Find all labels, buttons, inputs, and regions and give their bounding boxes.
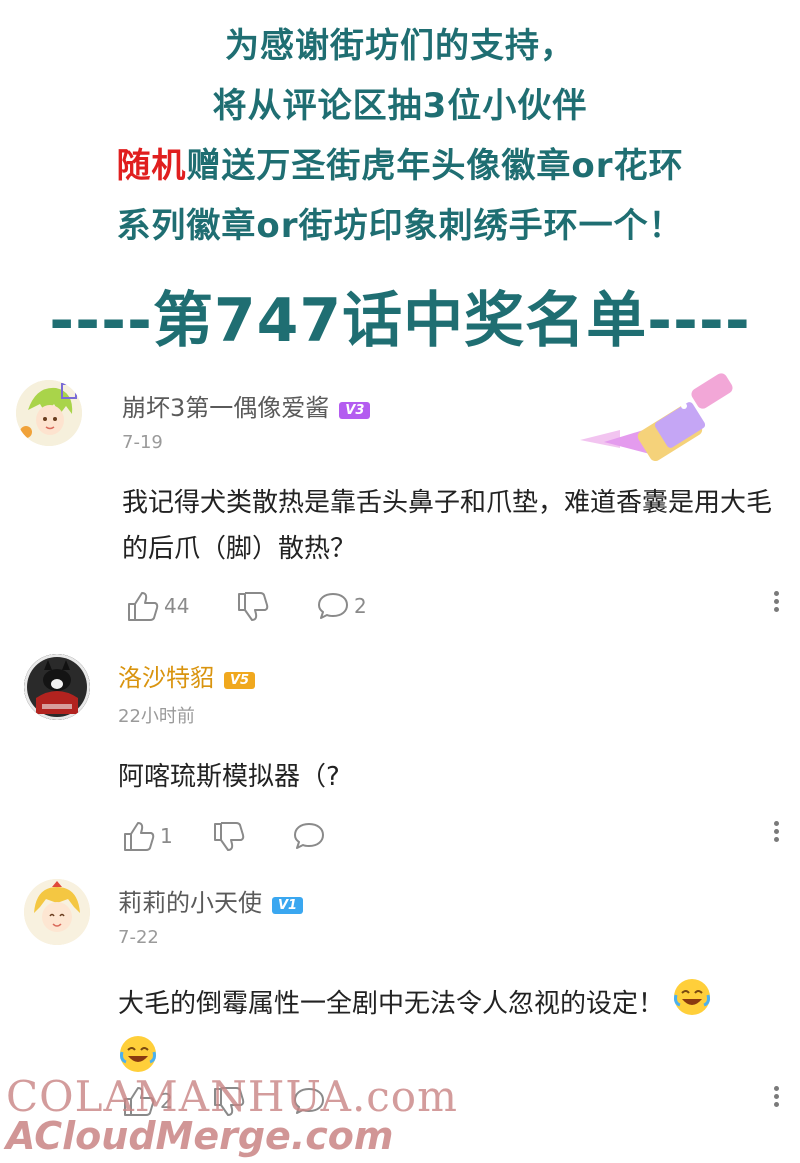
thumbs-up-icon — [124, 822, 155, 851]
reply-button[interactable]: 2 — [316, 590, 367, 622]
comment-text-content: 大毛的倒霉属性一全剧中无法令人忽视的设定！ — [118, 989, 665, 1019]
more-options-icon[interactable] — [774, 588, 780, 615]
comment-date: 22小时前 — [118, 706, 195, 727]
level-badge: V5 — [224, 672, 256, 689]
speech-bubble-icon — [318, 593, 348, 619]
banner-line-3-text: 赠送万圣街虎年头像徽章or花环 — [186, 146, 684, 186]
avatar[interactable] — [16, 380, 82, 446]
username[interactable]: 莉莉的小天使 V1 — [118, 883, 304, 918]
comment-text: 阿喀琉斯模拟器（? — [118, 762, 340, 792]
more-options-icon[interactable] — [774, 818, 780, 845]
banner-line-1: 为感谢街坊们的支持， — [225, 26, 575, 66]
username[interactable]: 崩坏3第一偶像爱酱 V3 — [122, 388, 371, 423]
username-text: 洛沙特貂 — [118, 664, 214, 692]
level-badge: V3 — [339, 402, 371, 419]
comment-actions: 1 — [122, 820, 800, 854]
comment-date: 7-19 — [122, 432, 163, 453]
more-options-icon[interactable] — [774, 1083, 780, 1110]
banner-highlight: 随机 — [116, 146, 187, 186]
like-button[interactable]: 44 — [126, 590, 189, 622]
username-text: 崩坏3第一偶像爱酱 — [122, 394, 330, 422]
thumbs-down-icon — [214, 822, 245, 851]
reply-button[interactable] — [292, 820, 330, 852]
dislike-button[interactable] — [212, 820, 246, 852]
banner-line-3: 随机赠送万圣街虎年头像徽章or花环 — [0, 138, 800, 187]
banner-line-4: 系列徽章or街坊印象刺绣手环一个！ — [116, 206, 684, 246]
like-count: 44 — [164, 594, 190, 618]
laughing-crying-emoji-icon — [672, 977, 712, 1032]
avatar[interactable] — [24, 654, 90, 720]
winners-title: ----第747话中奖名单---- — [49, 286, 751, 356]
like-count: 1 — [160, 824, 173, 848]
comment-1: 崩坏3第一偶像爱酱 V3 7-19 我记得犬类散热是靠舌头鼻子和爪垫，难道香囊是用… — [0, 370, 800, 640]
username-text: 莉莉的小天使 — [118, 889, 262, 917]
comment-2: 洛沙特貂 V5 22小时前 阿喀琉斯模拟器（? 1 — [0, 650, 800, 870]
speech-bubble-icon — [294, 823, 324, 849]
comment-actions: 44 2 — [126, 590, 800, 624]
watermark-acloudmerge: ACloudMerge.com — [6, 1114, 394, 1158]
thumbs-down-icon — [238, 592, 269, 621]
like-button[interactable]: 1 — [122, 820, 173, 852]
level-badge: V1 — [272, 897, 304, 914]
reply-count: 2 — [354, 594, 367, 618]
avatar[interactable] — [24, 879, 90, 945]
username[interactable]: 洛沙特貂 V5 — [118, 658, 256, 693]
comment-date: 7-22 — [118, 927, 159, 948]
comment-text: 我记得犬类散热是靠舌头鼻子和爪垫，难道香囊是用大毛的后爪（脚）散热？ — [122, 488, 773, 564]
thumbs-up-icon — [128, 592, 159, 621]
dislike-button[interactable] — [236, 590, 270, 622]
decoration-brush-icon — [580, 370, 750, 466]
banner-line-2: 将从评论区抽3位小伙伴 — [212, 86, 588, 126]
